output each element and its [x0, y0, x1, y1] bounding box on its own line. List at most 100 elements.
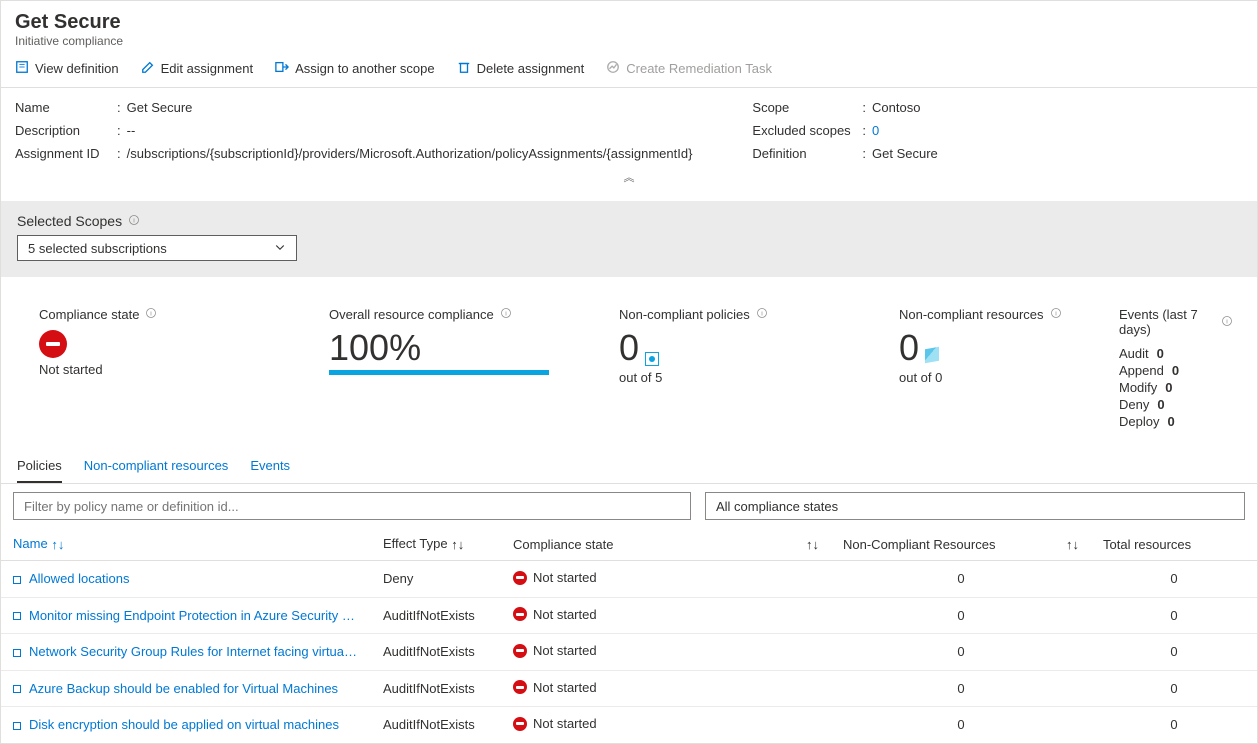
sort-icon: ↑↓: [806, 537, 819, 552]
scopes-selected-text: 5 selected subscriptions: [28, 241, 167, 256]
tab-policies[interactable]: Policies: [17, 450, 62, 483]
edit-assignment-button[interactable]: Edit assignment: [141, 60, 254, 77]
table-row: Azure Backup should be enabled for Virtu…: [1, 670, 1257, 707]
noncompliant-cell: 0: [831, 670, 1091, 707]
status-badge: Not started: [513, 716, 597, 731]
event-row: Deploy0: [1119, 413, 1233, 430]
sort-icon: ↑↓: [451, 537, 464, 552]
policy-filter-input[interactable]: [13, 492, 691, 520]
table-row: Network Security Group Rules for Interne…: [1, 634, 1257, 671]
remediation-icon: [606, 60, 620, 77]
not-started-icon: [513, 644, 527, 658]
tabs: Policies Non-compliant resources Events: [1, 450, 1257, 484]
view-definition-button[interactable]: View definition: [15, 60, 119, 77]
total-cell: 0: [1091, 597, 1257, 634]
meta-definition-value: Get Secure: [872, 146, 938, 161]
total-cell: 0: [1091, 670, 1257, 707]
pencil-icon: [141, 60, 155, 77]
noncompliant-cell: 0: [831, 634, 1091, 671]
chevron-down-icon: [274, 241, 286, 256]
effect-cell: AuditIfNotExists: [371, 670, 501, 707]
scopes-dropdown[interactable]: 5 selected subscriptions: [17, 235, 297, 261]
noncompliant-cell: 0: [831, 561, 1091, 598]
trash-icon: [457, 60, 471, 77]
col-total[interactable]: Total resources: [1091, 528, 1257, 561]
meta-name-value: Get Secure: [127, 100, 193, 115]
svg-text:i: i: [1226, 318, 1228, 325]
page-subtitle: Initiative compliance: [15, 34, 1243, 48]
table-row: Disk encryption should be applied on vir…: [1, 707, 1257, 743]
np-policies-sub: out of 5: [619, 370, 879, 385]
np-resources-sub: out of 0: [899, 370, 1099, 385]
assign-scope-label: Assign to another scope: [295, 61, 434, 76]
policy-name-link[interactable]: Disk encryption should be applied on vir…: [29, 717, 339, 732]
row-indicator-icon: [13, 576, 21, 584]
row-indicator-icon: [13, 685, 21, 693]
selected-scopes-label: Selected Scopes: [17, 213, 122, 229]
edit-assignment-label: Edit assignment: [161, 61, 254, 76]
policy-icon: [645, 352, 659, 366]
overall-compliance-title: Overall resource compliance: [329, 307, 494, 322]
col-noncompliant[interactable]: Non-Compliant Resources ↑↓: [831, 528, 1091, 561]
view-definition-icon: [15, 60, 29, 77]
col-state[interactable]: Compliance state ↑↓: [501, 528, 831, 561]
policies-table: Name ↑↓ Effect Type ↑↓ Compliance state …: [1, 528, 1257, 743]
total-cell: 0: [1091, 707, 1257, 743]
meta-description-value: --: [127, 123, 136, 138]
collapse-toggle[interactable]: ︽: [15, 169, 1243, 185]
meta-assignment-id-value: /subscriptions/{subscriptionId}/provider…: [127, 146, 693, 161]
info-icon: i: [1050, 307, 1062, 322]
info-icon: i: [128, 213, 140, 229]
not-started-icon: [513, 607, 527, 621]
svg-text:i: i: [1055, 310, 1057, 317]
effect-cell: AuditIfNotExists: [371, 634, 501, 671]
np-resources-value: 0: [899, 330, 919, 366]
assign-arrow-icon: [275, 60, 289, 77]
page-title: Get Secure: [15, 11, 1243, 34]
tab-events[interactable]: Events: [250, 450, 290, 483]
svg-text:i: i: [133, 217, 135, 224]
svg-text:i: i: [151, 310, 153, 317]
policy-name-link[interactable]: Allowed locations: [29, 571, 129, 586]
np-policies-value: 0: [619, 330, 639, 366]
event-row: Modify0: [1119, 379, 1233, 396]
toolbar: View definition Edit assignment Assign t…: [1, 50, 1257, 88]
not-started-icon: [513, 680, 527, 694]
meta-name-label: Name: [15, 100, 115, 115]
svg-text:i: i: [761, 310, 763, 317]
policy-name-link[interactable]: Network Security Group Rules for Interne…: [29, 644, 357, 659]
policy-name-link[interactable]: Azure Backup should be enabled for Virtu…: [29, 681, 338, 696]
noncompliant-cell: 0: [831, 707, 1091, 743]
total-cell: 0: [1091, 561, 1257, 598]
svg-text:i: i: [505, 310, 507, 317]
col-name[interactable]: Name ↑↓: [1, 528, 371, 561]
noncompliant-cell: 0: [831, 597, 1091, 634]
tab-noncompliant-resources[interactable]: Non-compliant resources: [84, 450, 229, 483]
compliance-state-filter[interactable]: All compliance states: [705, 492, 1245, 520]
info-icon: i: [500, 307, 512, 322]
assign-scope-button[interactable]: Assign to another scope: [275, 60, 434, 77]
effect-cell: AuditIfNotExists: [371, 707, 501, 743]
meta-description-label: Description: [15, 123, 115, 138]
compliance-state-value: Not started: [39, 362, 309, 377]
create-remediation-button: Create Remediation Task: [606, 60, 772, 77]
compliance-bar: [329, 370, 549, 375]
row-indicator-icon: [13, 722, 21, 730]
meta-excluded-value[interactable]: 0: [872, 123, 879, 138]
event-row: Append0: [1119, 362, 1233, 379]
compliance-state-title: Compliance state: [39, 307, 139, 322]
events-title: Events (last 7 days): [1119, 307, 1215, 337]
total-cell: 0: [1091, 634, 1257, 671]
delete-assignment-label: Delete assignment: [477, 61, 585, 76]
create-remediation-label: Create Remediation Task: [626, 61, 772, 76]
info-icon: i: [1221, 315, 1233, 330]
delete-assignment-button[interactable]: Delete assignment: [457, 60, 585, 77]
col-effect[interactable]: Effect Type ↑↓: [371, 528, 501, 561]
overall-compliance-value: 100%: [329, 330, 599, 366]
table-row: Allowed locationsDenyNot started00: [1, 561, 1257, 598]
resource-icon: [925, 347, 939, 363]
policy-name-link[interactable]: Monitor missing Endpoint Protection in A…: [29, 608, 355, 623]
status-badge: Not started: [513, 570, 597, 585]
meta-excluded-label: Excluded scopes: [752, 123, 860, 138]
not-started-icon: [513, 717, 527, 731]
